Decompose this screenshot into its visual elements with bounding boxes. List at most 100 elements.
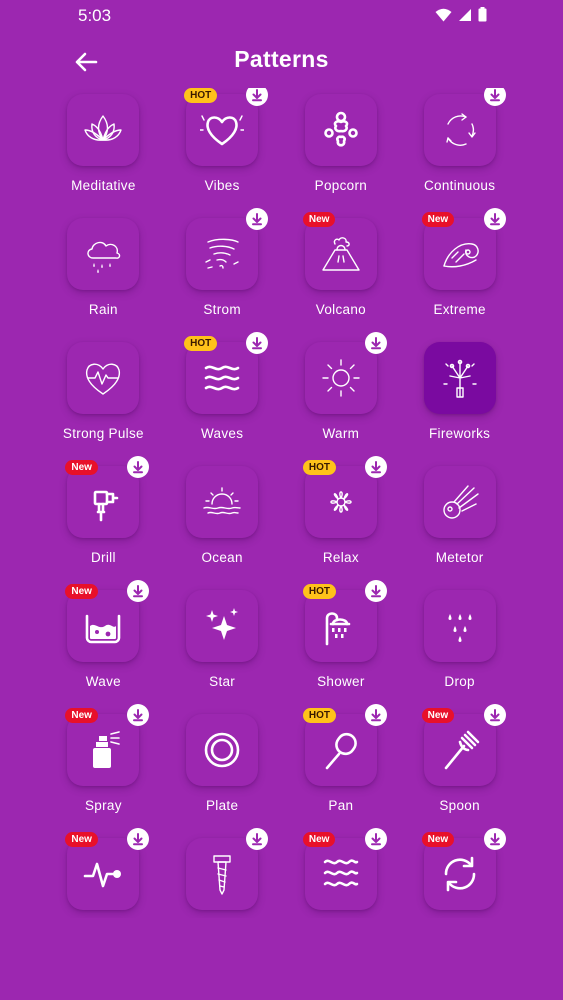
pattern-item-continuous[interactable]: Continuous (400, 88, 519, 218)
pattern-item-wave[interactable]: New Wave (44, 580, 163, 714)
download-icon[interactable] (246, 88, 269, 106)
wifi-icon (435, 8, 452, 27)
pattern-item-pan[interactable]: HOT Pan (282, 704, 401, 838)
pattern-tile[interactable] (304, 332, 387, 414)
pattern-item-item-26[interactable] (163, 828, 282, 918)
signal-icon (458, 8, 472, 27)
download-icon[interactable] (483, 88, 506, 106)
download-icon[interactable] (246, 208, 269, 230)
lotus-icon (81, 108, 125, 152)
pattern-tile[interactable]: New (65, 704, 150, 786)
hot-badge: HOT (302, 584, 336, 599)
download-icon[interactable] (364, 580, 387, 602)
download-icon[interactable] (364, 332, 387, 354)
pattern-item-spoon[interactable]: New Spoon (400, 704, 519, 838)
pattern-tile[interactable] (423, 342, 496, 414)
pattern-item-fireworks[interactable]: Fireworks (400, 342, 519, 466)
sparkle-stars-icon (200, 604, 244, 648)
download-icon[interactable] (246, 332, 269, 354)
pattern-item-item-28[interactable]: New (400, 828, 519, 918)
pattern-label: Waves (200, 426, 244, 441)
pattern-tile[interactable]: New (421, 828, 506, 910)
pattern-tile[interactable] (186, 714, 259, 786)
pattern-item-plate[interactable]: Plate (163, 714, 282, 838)
new-badge: New (65, 708, 98, 723)
pattern-item-rain[interactable]: Rain (44, 218, 163, 342)
pattern-item-spray[interactable]: New Spray (44, 704, 163, 838)
new-badge: New (421, 708, 455, 723)
pattern-tile[interactable]: New (302, 828, 387, 910)
patterns-grid-scroll[interactable]: Meditative HOT Vibes Popcorn Continuous Rain S… (0, 88, 563, 918)
pattern-tile[interactable]: New (65, 828, 150, 910)
download-icon[interactable] (127, 828, 150, 850)
pattern-item-drill[interactable]: New Drill (44, 456, 163, 590)
pattern-tile[interactable]: HOT (302, 704, 387, 786)
pattern-tile[interactable]: HOT (184, 332, 269, 414)
download-icon[interactable] (127, 704, 150, 726)
pattern-item-item-25[interactable]: New (44, 828, 163, 918)
pattern-item-shower[interactable]: HOT Shower (282, 580, 401, 714)
download-icon[interactable] (364, 828, 387, 850)
pattern-tile[interactable] (423, 466, 496, 538)
pattern-label: Strong Pulse (62, 426, 144, 441)
pattern-item-ocean[interactable]: Ocean (163, 466, 282, 590)
download-icon[interactable] (127, 580, 150, 602)
battery-icon (478, 7, 487, 27)
pattern-item-metetor[interactable]: Metetor (400, 466, 519, 590)
pattern-tile[interactable] (67, 94, 140, 166)
pattern-tile[interactable]: New (65, 456, 150, 538)
pattern-tile[interactable]: New (302, 212, 377, 290)
pattern-tile[interactable]: HOT (302, 580, 387, 662)
pattern-tile[interactable]: New (65, 580, 150, 662)
download-icon[interactable] (364, 456, 387, 478)
pattern-label: Relax (322, 550, 359, 565)
pattern-label: Strom (203, 302, 241, 317)
download-icon[interactable] (483, 828, 506, 850)
pattern-tile[interactable] (423, 590, 496, 662)
pattern-item-waves[interactable]: HOT Waves (163, 332, 282, 466)
app-bar: Patterns (0, 36, 563, 88)
pattern-item-meditative[interactable]: Meditative (44, 94, 163, 218)
pattern-tile[interactable] (186, 828, 269, 910)
pattern-label: Spray (84, 798, 122, 813)
pattern-tile[interactable]: New (421, 704, 506, 786)
download-icon[interactable] (483, 704, 506, 726)
pattern-label: Rain (88, 302, 118, 317)
pattern-label: Drop (444, 674, 475, 689)
pattern-item-popcorn[interactable]: Popcorn (282, 94, 401, 218)
shower-icon (319, 604, 363, 648)
pattern-tile[interactable] (186, 208, 269, 290)
pattern-label: Metetor (435, 550, 484, 565)
download-icon[interactable] (364, 704, 387, 726)
pattern-tile[interactable] (67, 218, 140, 290)
fork-icon (438, 728, 482, 772)
pattern-item-strom[interactable]: Strom (163, 208, 282, 342)
pattern-item-drop[interactable]: Drop (400, 590, 519, 714)
pattern-tile[interactable]: HOT (302, 456, 387, 538)
wavy-lines-icon (319, 852, 363, 896)
download-icon[interactable] (483, 208, 506, 230)
pattern-item-vibes[interactable]: HOT Vibes (163, 88, 282, 218)
pattern-item-extreme[interactable]: New Extreme (400, 208, 519, 342)
pattern-item-item-27[interactable]: New (282, 828, 401, 918)
surf-wave-icon (438, 232, 482, 276)
pattern-item-relax[interactable]: HOT Relax (282, 456, 401, 590)
pattern-tile[interactable]: HOT (184, 88, 269, 166)
pattern-tile[interactable]: New (421, 208, 506, 290)
pattern-label: Fireworks (429, 426, 491, 441)
pattern-item-star[interactable]: Star (163, 590, 282, 714)
pattern-tile[interactable] (423, 88, 506, 166)
pattern-tile[interactable] (186, 590, 259, 662)
pattern-tile[interactable] (304, 94, 377, 166)
download-icon[interactable] (246, 828, 269, 850)
sunset-sea-icon (200, 480, 244, 524)
download-icon[interactable] (127, 456, 150, 478)
heart-icon (200, 108, 245, 152)
refresh-icon (438, 852, 482, 896)
pattern-tile[interactable] (67, 342, 140, 414)
pattern-tile[interactable] (186, 466, 259, 538)
pattern-item-strong-pulse[interactable]: Strong Pulse (44, 342, 163, 466)
pattern-label: Plate (205, 798, 239, 813)
pattern-item-volcano[interactable]: New Volcano (282, 212, 401, 342)
pattern-item-warm[interactable]: Warm (282, 332, 401, 466)
